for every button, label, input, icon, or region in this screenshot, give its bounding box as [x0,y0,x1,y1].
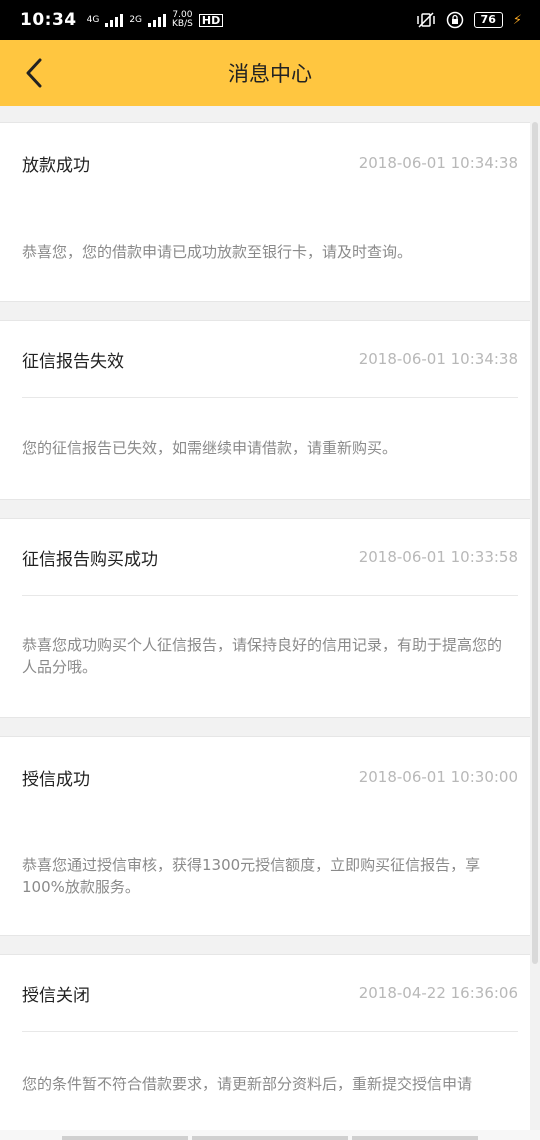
message-title: 征信报告购买成功 [22,549,158,570]
battery-indicator: 76 [473,12,503,28]
status-bar: 10:34 4G 2G 7.00 KB/S HD 76 ⚡ [0,0,540,40]
message-body: 您的征信报告已失效，如需继续申请借款，请重新购买。 [0,398,530,498]
status-time: 10:34 [20,10,77,30]
network-2g-label: 2G [129,14,143,25]
message-list: 放款成功 2018-06-01 10:34:38 恭喜您，您的借款申请已成功放款… [0,122,530,1140]
message-body: 您的条件暂不符合借款要求，请更新部分资料后，重新提交授信申请 [0,1032,530,1136]
message-title: 授信关闭 [22,985,90,1006]
signal-icon [105,13,124,27]
signal-2-icon [148,13,167,27]
message-title: 授信成功 [22,769,90,790]
scrollbar[interactable] [532,122,538,964]
message-card[interactable]: 授信关闭 2018-04-22 16:36:06 您的条件暂不符合借款要求，请更… [0,954,530,1140]
back-button[interactable] [16,54,52,92]
net-speed-unit: KB/S [172,19,193,29]
network-indicators: 4G 2G 7.00 KB/S HD [87,11,224,29]
message-body-text: 恭喜您通过授信审核，获得1300元授信额度，立即购买征信报告，享100%放款服务… [22,856,481,896]
message-title: 征信报告失效 [22,351,124,372]
message-header: 征信报告购买成功 2018-06-01 10:33:58 [22,519,518,596]
message-time: 2018-06-01 10:34:38 [358,154,518,172]
message-header: 授信关闭 2018-04-22 16:36:06 [22,955,518,1032]
hd-voice-icon: HD [198,13,224,27]
message-body: 恭喜您通过授信审核，获得1300元授信额度，立即购买征信报告，享100%放款服务… [0,817,530,935]
message-body-text: 您的条件暂不符合借款要求，请更新部分资料后，重新提交授信申请 [22,1075,473,1093]
message-time: 2018-06-01 10:33:58 [358,548,518,566]
lock-rotation-icon [446,11,463,29]
message-header: 放款成功 2018-06-01 10:34:38 [22,123,518,203]
message-card[interactable]: 征信报告失效 2018-06-01 10:34:38 您的征信报告已失效，如需继… [0,320,530,500]
message-time: 2018-06-01 10:34:38 [358,350,518,368]
message-card[interactable]: 放款成功 2018-06-01 10:34:38 恭喜您，您的借款申请已成功放款… [0,122,530,302]
status-left: 10:34 4G 2G 7.00 KB/S HD [20,10,224,30]
message-time: 2018-04-22 16:36:06 [358,984,518,1002]
message-body-text: 恭喜您，您的借款申请已成功放款至银行卡，请及时查询。 [22,243,413,261]
vibrate-icon [416,12,435,28]
message-body: 恭喜您，您的借款申请已成功放款至银行卡，请及时查询。 [0,203,530,301]
message-header: 征信报告失效 2018-06-01 10:34:38 [22,321,518,398]
message-header: 授信成功 2018-06-01 10:30:00 [22,737,518,817]
status-right: 76 ⚡ [416,11,522,29]
bottom-tab-edge [192,1136,348,1140]
bottom-tab-edge [62,1136,188,1140]
bottom-strip [0,1130,540,1140]
message-body: 恭喜您成功购买个人征信报告，请保持良好的信用记录，有助于提高您的人品分哦。 [0,596,530,716]
message-body-text: 您的征信报告已失效，如需继续申请借款，请重新购买。 [22,439,398,457]
bottom-tab-edge [352,1136,478,1140]
page-title: 消息中心 [228,62,312,86]
message-body-text: 恭喜您成功购买个人征信报告，请保持良好的信用记录，有助于提高您的人品分哦。 [22,636,503,676]
message-title: 放款成功 [22,155,90,176]
network-4g-label: 4G [86,14,100,25]
message-card[interactable]: 授信成功 2018-06-01 10:30:00 恭喜您通过授信审核，获得130… [0,736,530,936]
net-speed: 7.00 KB/S [172,11,193,29]
charging-icon: ⚡ [512,12,522,28]
message-card[interactable]: 征信报告购买成功 2018-06-01 10:33:58 恭喜您成功购买个人征信… [0,518,530,718]
chevron-left-icon [26,58,42,88]
app-header: 消息中心 [0,40,540,106]
message-time: 2018-06-01 10:30:00 [358,768,518,786]
